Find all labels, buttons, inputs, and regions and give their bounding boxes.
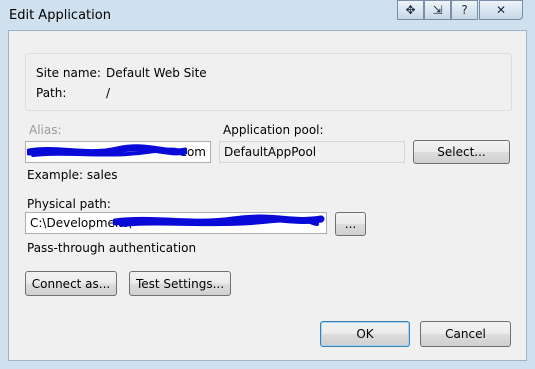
connect-as-button[interactable]: Connect as... (25, 271, 117, 296)
site-info-group: Site name: Default Web Site Path: / (25, 53, 512, 111)
alias-input[interactable]: com (25, 141, 211, 163)
alias-value: com (180, 145, 206, 159)
physical-path-input[interactable]: C:\Development\ (25, 212, 327, 234)
dialog-title: Edit Application (9, 8, 111, 23)
select-app-pool-button[interactable]: Select... (413, 140, 510, 164)
edit-application-dialog: Edit Application ✥ ⇲ ? ✕ Site name: Defa… (0, 0, 535, 369)
path-label: Path: (36, 86, 67, 100)
physical-path-value: C:\Development\ (30, 216, 132, 230)
path-value: / (106, 86, 111, 100)
browse-path-button[interactable]: ... (335, 212, 366, 236)
alias-example: Example: sales (27, 168, 118, 182)
site-name-label: Site name: (36, 66, 101, 80)
ok-button[interactable]: OK (320, 321, 410, 347)
alias-label: Alias: (29, 123, 62, 137)
physical-path-label: Physical path: (27, 197, 111, 211)
help-button[interactable]: ? (451, 0, 478, 20)
switch-window-icon[interactable]: ⇲ (424, 0, 451, 20)
app-pool-label: Application pool: (223, 123, 324, 137)
close-button[interactable]: ✕ (479, 0, 523, 20)
app-pool-field: DefaultAppPool (219, 141, 405, 163)
pass-through-auth-label: Pass-through authentication (27, 241, 197, 255)
site-name-value: Default Web Site (106, 66, 207, 80)
dialog-body: Site name: Default Web Site Path: / Alia… (8, 30, 527, 361)
test-settings-button[interactable]: Test Settings... (129, 271, 231, 296)
app-pool-value: DefaultAppPool (224, 145, 317, 159)
move-icon[interactable]: ✥ (397, 0, 424, 20)
cancel-button[interactable]: Cancel (420, 321, 511, 347)
